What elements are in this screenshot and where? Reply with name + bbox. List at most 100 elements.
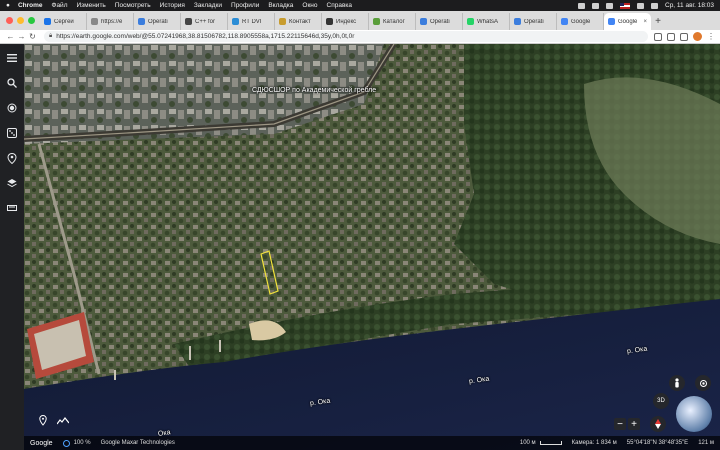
tab-title: RT DVI [242,18,262,25]
more-menu-icon[interactable]: ⋮ [707,32,715,41]
tab-title: https://e [101,18,123,25]
menu-clock[interactable]: Ср, 11 авг. 18:03 [665,2,714,9]
browser-tab-strip: Сергей https://e Operati C++ for RT DVI Конта… [0,11,720,30]
reload-icon[interactable]: ↻ [27,32,38,41]
menu-window[interactable]: Окно [302,2,317,9]
toggle-3d-button[interactable]: 3D [653,393,669,409]
tab-favicon-icon [467,18,474,25]
zoom-level-ring-icon [62,439,70,447]
compass-icon[interactable] [650,416,666,432]
measure-icon[interactable] [6,202,18,214]
tab-title: Индекс [336,18,357,25]
google-logo: Google [30,439,53,447]
browser-tab[interactable]: Operati [134,13,181,30]
apple-menu-icon[interactable]: ● [6,2,10,9]
menu-file[interactable]: Файл [52,2,68,9]
zoom-out-button[interactable]: − [614,418,626,430]
browser-tab[interactable]: https://e [87,13,134,30]
tab-title: C++ for [195,18,216,25]
control-center-icon[interactable] [651,2,658,9]
tab-title: Operati [524,18,544,25]
imagery-credits[interactable]: Google Maxar Technologies [101,440,175,446]
tab-title: Google [571,18,591,25]
search-icon[interactable] [6,77,18,89]
lock-icon[interactable]: 🔒︎ [49,33,52,40]
scale-bar: 100 м [520,440,562,446]
tab-favicon-icon [561,18,568,25]
voyager-icon[interactable] [6,102,18,114]
tab-favicon-icon [185,18,192,25]
browser-tab[interactable]: Индекс [322,13,369,30]
tab-favicon-icon [420,18,427,25]
map-place-label[interactable]: СДЮСШОР по Академической гребле [252,87,376,95]
tab-title: Контакт [289,18,311,25]
back-icon[interactable]: ← [5,32,16,41]
feeling-lucky-icon[interactable] [6,127,18,139]
location-pin-icon[interactable] [38,414,48,426]
extension-icon[interactable] [680,32,688,41]
projects-icon[interactable] [6,152,18,164]
my-location-icon[interactable] [695,375,711,391]
browser-tab[interactable]: C++ for [181,13,228,30]
browser-tab[interactable]: WhatsA [463,13,510,30]
input-language-flag-icon[interactable] [620,2,630,9]
menu-history[interactable]: История [160,2,185,9]
street-view-pegman-icon[interactable] [669,375,685,391]
profile-avatar[interactable] [693,32,702,41]
browser-tab[interactable]: Google [557,13,604,30]
tab-favicon-icon [279,18,286,25]
browser-tab[interactable]: Operati [416,13,463,30]
earth-status-bar: Google 100 % Google Maxar Technologies 1… [24,436,720,450]
browser-tab[interactable]: Каталог [369,13,416,30]
close-window-button[interactable] [6,17,13,24]
tab-title: Google [618,18,638,25]
menu-app-name[interactable]: Chrome [18,2,43,9]
forward-icon[interactable]: → [16,32,27,41]
macos-menu-bar: ● Chrome Файл Изменить Посмотреть Истори… [0,0,720,11]
menu-icon[interactable] [6,52,18,64]
zoom-in-button[interactable]: + [628,418,640,430]
menu-tab[interactable]: Вкладка [268,2,293,9]
search-icon[interactable] [637,2,644,9]
tab-title: Operati [430,18,450,25]
window-controls [6,17,35,24]
browser-tab[interactable]: RT DVI [228,13,275,30]
satellite-map-view[interactable]: СДЮСШОР по Академической гребле р. Ока р… [24,44,720,450]
map-style-icon[interactable] [6,177,18,189]
scale-label: 100 м [519,440,536,446]
tab-title: Сергей [54,18,74,25]
tab-favicon-icon [373,18,380,25]
tab-favicon-icon [138,18,145,25]
globe-overview-icon[interactable] [676,396,712,432]
tab-favicon-icon [326,18,333,25]
menu-profiles[interactable]: Профили [231,2,259,9]
menu-view[interactable]: Посмотреть [115,2,151,9]
scale-bar-line [539,441,562,445]
browser-tab[interactable]: Google × [604,13,651,30]
cursor-coordinates: 55°04'18"N 38°48'35"E [626,440,689,446]
elevation-profile-icon[interactable] [57,416,69,426]
menu-edit[interactable]: Изменить [76,2,105,9]
menu-help[interactable]: Справка [327,2,353,9]
tab-title: Каталог [383,18,405,25]
new-tab-button[interactable]: + [651,13,665,30]
browser-tab[interactable]: Контакт [275,13,322,30]
bookmark-star-icon[interactable] [667,32,675,41]
tab-favicon-icon [44,18,51,25]
zoom-window-button[interactable] [28,17,35,24]
tab-favicon-icon [91,18,98,25]
menu-bookmarks[interactable]: Закладки [194,2,222,9]
earth-side-rail [0,44,24,450]
address-bar[interactable]: 🔒︎ https://earth.google.com/web/@55.0724… [44,31,648,42]
bluetooth-icon[interactable] [592,2,599,9]
browser-tab[interactable]: Operati [510,13,557,30]
tab-title: WhatsA [477,18,499,25]
minimize-window-button[interactable] [17,17,24,24]
status-tray-icon[interactable] [578,2,585,9]
satellite-imagery [24,44,720,450]
wifi-icon[interactable] [606,2,613,9]
share-icon[interactable] [654,32,662,41]
browser-toolbar: ← → ↻ 🔒︎ https://earth.google.com/web/@5… [0,30,720,44]
browser-tab[interactable]: Сергей [40,13,87,30]
close-tab-icon[interactable]: × [641,19,647,25]
